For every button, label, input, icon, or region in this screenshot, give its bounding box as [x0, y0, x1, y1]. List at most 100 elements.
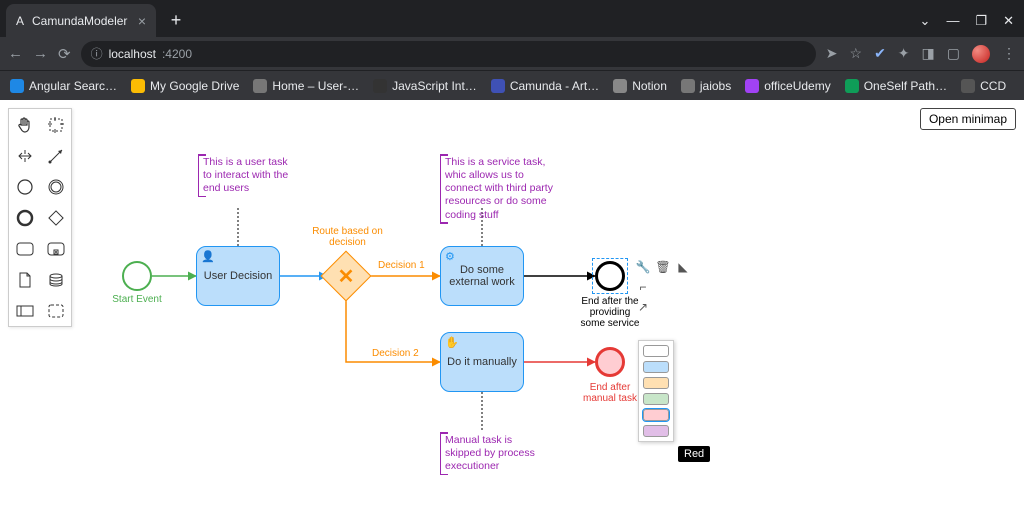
star-icon[interactable]: ☆: [850, 45, 863, 62]
color-swatch[interactable]: [643, 425, 669, 437]
annotation-manual[interactable]: Manual task is skipped by process execut…: [440, 432, 550, 475]
browser-tab[interactable]: A CamundaModeler ×: [6, 4, 156, 37]
bookmark-favicon-icon: [681, 79, 695, 93]
data-object-icon[interactable]: [9, 264, 40, 295]
bookmark-favicon-icon: [845, 79, 859, 93]
annotation-user[interactable]: This is a user task to interact with the…: [198, 154, 298, 197]
new-tab-button[interactable]: +: [162, 6, 190, 34]
reload-icon[interactable]: ⟳: [58, 45, 71, 63]
bookmark-label: Notion: [632, 79, 667, 93]
manual-task[interactable]: ✋ Do it manually: [440, 332, 524, 392]
lasso-tool-icon[interactable]: [40, 109, 71, 140]
annotation-service[interactable]: This is a service task, whic allows us t…: [440, 154, 560, 224]
user-icon: 👤: [201, 250, 215, 263]
modeler-app: Open minimap: [0, 100, 1024, 506]
bookmark-label: My Google Drive: [150, 79, 239, 93]
avatar[interactable]: [972, 45, 990, 63]
bookmarks-bar: Angular Searc… My Google Drive Home – User…: [0, 70, 1024, 100]
intermediate-event-icon[interactable]: [40, 171, 71, 202]
bookmark-label: OneSelf Path…: [864, 79, 947, 93]
color-swatch[interactable]: [643, 377, 669, 389]
trash-icon[interactable]: 🗑: [654, 258, 672, 276]
color-tooltip: Red: [678, 446, 710, 462]
task-icon[interactable]: [9, 233, 40, 264]
extensions-icon[interactable]: ✦: [898, 45, 910, 62]
data-store-icon[interactable]: [40, 264, 71, 295]
back-icon[interactable]: ←: [8, 45, 23, 62]
annotation-icon[interactable]: ⌐: [634, 278, 652, 296]
wrench-icon[interactable]: 🔧: [634, 258, 652, 276]
start-event-label: Start Event: [112, 294, 162, 305]
chevron-down-icon[interactable]: ⌄: [920, 13, 931, 29]
decision2-label: Decision 2: [372, 348, 419, 359]
gateway-label: Route based on decision: [310, 226, 385, 248]
color-swatch[interactable]: [643, 393, 669, 405]
maximize-icon[interactable]: ❐: [975, 13, 987, 29]
end-event-2[interactable]: [595, 347, 625, 377]
gateway-icon[interactable]: [40, 202, 71, 233]
bookmark-item[interactable]: officeUdemy: [745, 79, 830, 93]
send-icon[interactable]: ➤: [826, 45, 838, 62]
close-window-icon[interactable]: ✕: [1003, 13, 1014, 29]
bookmark-item[interactable]: jaiobs: [681, 79, 731, 93]
close-tab-icon[interactable]: ×: [138, 13, 146, 29]
menu-icon[interactable]: ⋮: [1002, 45, 1016, 62]
start-event-icon[interactable]: [9, 171, 40, 202]
info-icon: ⓘ: [91, 45, 103, 62]
address-bar: ← → ⟳ ⓘ localhost :4200 ➤ ☆ ✔ ✦ ◨ ▢ ⋮: [0, 37, 1024, 70]
side-panel-icon[interactable]: ◨: [922, 45, 935, 62]
bookmark-favicon-icon: [253, 79, 267, 93]
context-pad: 🔧 🗑 ◣ ⌐ ↗: [634, 258, 692, 316]
bookmark-item[interactable]: JavaScript Int…: [373, 79, 477, 93]
exclusive-gateway[interactable]: ✕: [321, 251, 372, 302]
group-icon[interactable]: [40, 295, 71, 326]
url-port: :4200: [162, 47, 192, 61]
bookmark-label: Home – User-…: [272, 79, 359, 93]
color-swatch[interactable]: [643, 409, 669, 421]
bookmark-label: officeUdemy: [764, 79, 830, 93]
url-input[interactable]: ⓘ localhost :4200: [81, 41, 816, 67]
user-task-label: User Decision: [204, 270, 272, 282]
bookmark-favicon-icon: [373, 79, 387, 93]
forward-icon[interactable]: →: [33, 45, 48, 62]
start-event[interactable]: [122, 261, 152, 291]
color-swatch[interactable]: [643, 361, 669, 373]
tool-palette: [8, 108, 72, 327]
service-task[interactable]: ⚙ Do some external work: [440, 246, 524, 306]
manual-task-label: Do it manually: [447, 356, 517, 368]
end-event-icon[interactable]: [9, 202, 40, 233]
panel-icon[interactable]: ▢: [947, 45, 960, 62]
gear-icon: ⚙: [445, 250, 455, 263]
bookmark-item[interactable]: Camunda - Art…: [491, 79, 599, 93]
bookmark-label: Angular Searc…: [29, 79, 117, 93]
pool-icon[interactable]: [9, 295, 40, 326]
window-controls: ⌄ — ❐ ✕: [920, 4, 1024, 37]
check-icon[interactable]: ✔: [874, 45, 886, 62]
bookmark-favicon-icon: [613, 79, 627, 93]
url-host: localhost: [109, 47, 156, 61]
bookmark-label: Camunda - Art…: [510, 79, 599, 93]
space-tool-icon[interactable]: [9, 140, 40, 171]
hand-tool-icon[interactable]: [9, 109, 40, 140]
subprocess-icon[interactable]: [40, 233, 71, 264]
bookmark-item[interactable]: CCD: [961, 79, 1006, 93]
color-swatch[interactable]: [643, 345, 669, 357]
bookmark-item[interactable]: Angular Searc…: [10, 79, 117, 93]
tab-favicon-icon: A: [16, 14, 24, 28]
end-event-1[interactable]: [595, 261, 625, 291]
bookmark-item[interactable]: Notion: [613, 79, 667, 93]
color-icon[interactable]: ◣: [674, 258, 692, 276]
user-task[interactable]: 👤 User Decision: [196, 246, 280, 306]
browser-chrome: A CamundaModeler × + ⌄ — ❐ ✕ ← → ⟳ ⓘ loc…: [0, 0, 1024, 100]
open-minimap-button[interactable]: Open minimap: [920, 108, 1016, 130]
bookmark-item[interactable]: My Google Drive: [131, 79, 239, 93]
bookmark-item[interactable]: Home – User-…: [253, 79, 359, 93]
minimize-icon[interactable]: —: [946, 13, 959, 28]
hand-icon: ✋: [445, 336, 459, 349]
decision1-label: Decision 1: [378, 260, 425, 271]
connection-icon[interactable]: ↗: [634, 298, 652, 316]
tab-strip: A CamundaModeler × + ⌄ — ❐ ✕: [0, 0, 1024, 37]
bookmark-item[interactable]: OneSelf Path…: [845, 79, 947, 93]
connect-tool-icon[interactable]: [40, 140, 71, 171]
bookmark-label: jaiobs: [700, 79, 731, 93]
